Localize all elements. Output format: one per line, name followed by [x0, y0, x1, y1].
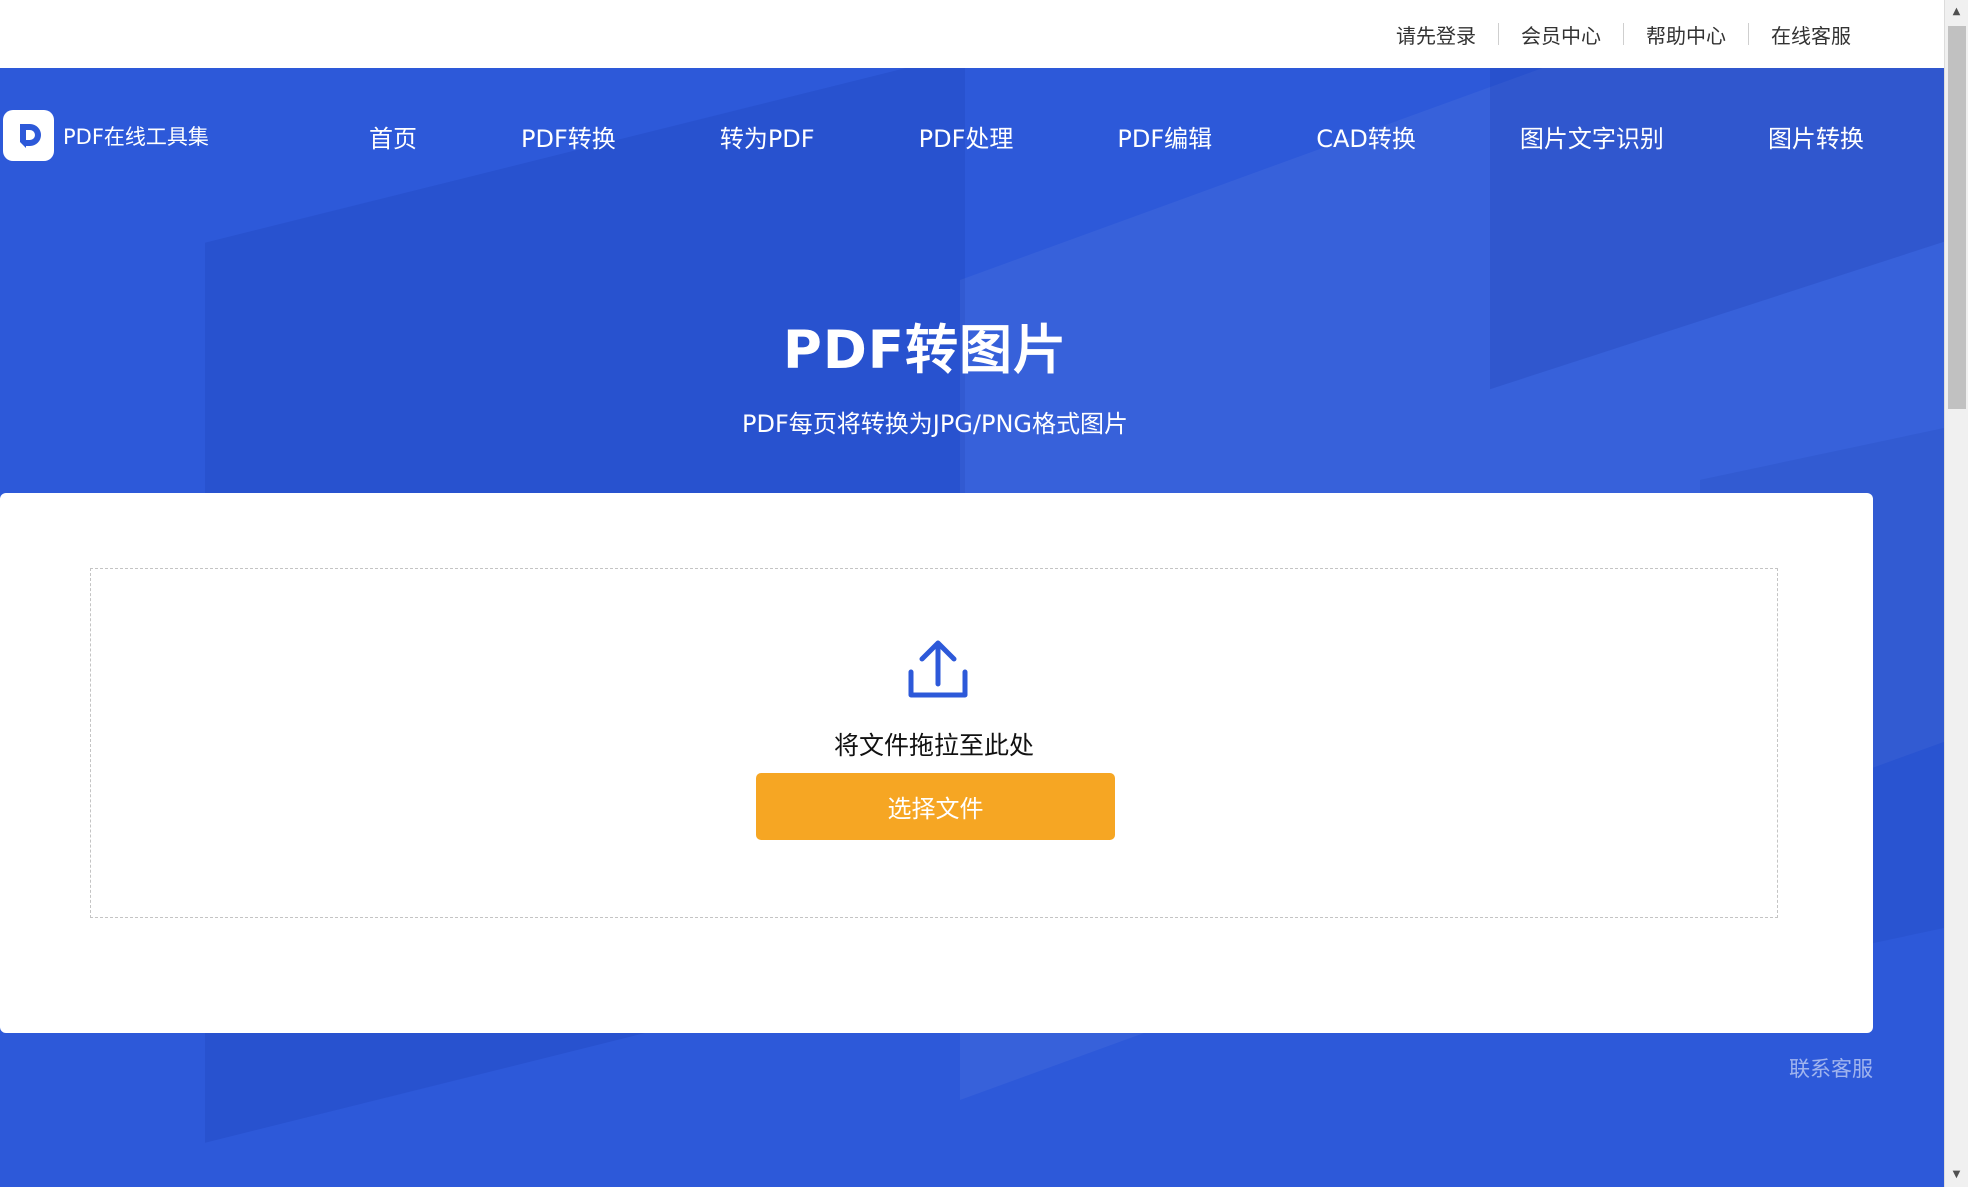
page-subtitle: PDF每页将转换为JPG/PNG格式图片 — [741, 410, 1128, 438]
nav-item-to-pdf[interactable]: 转为PDF — [711, 119, 824, 154]
page-title: PDF转图片 — [782, 320, 1068, 381]
file-dropzone[interactable]: 将文件拖拉至此处 选择文件 — [90, 568, 1778, 918]
top-links: 请先登录 会员中心 帮助中心 在线客服 — [1374, 0, 1873, 68]
choose-file-button[interactable]: 选择文件 — [756, 773, 1115, 840]
nav-item-pdf-edit[interactable]: PDF编辑 — [1108, 119, 1221, 154]
nav-item-image-convert[interactable]: 图片转换 — [1759, 119, 1873, 154]
help-center-link[interactable]: 帮助中心 — [1624, 20, 1748, 49]
vertical-scrollbar[interactable]: ▲ ▼ — [1944, 0, 1968, 1187]
upload-icon — [905, 638, 971, 702]
hero-section: PDF在线工具集 首页 PDF转换 转为PDF PDF处理 PDF编辑 CAD转… — [0, 68, 1944, 1187]
main-nav: 首页 PDF转换 转为PDF PDF处理 PDF编辑 CAD转换 图片文字识别 … — [360, 108, 1873, 164]
top-utility-bar: 请先登录 会员中心 帮助中心 在线客服 — [0, 0, 1944, 68]
page: 请先登录 会员中心 帮助中心 在线客服 PDF在线工具集 首页 PDF转换 转为… — [0, 0, 1968, 1187]
nav-item-ocr[interactable]: 图片文字识别 — [1511, 119, 1673, 154]
member-center-link[interactable]: 会员中心 — [1499, 20, 1623, 49]
nav-item-pdf-process[interactable]: PDF处理 — [910, 119, 1023, 154]
nav-item-cad-convert[interactable]: CAD转换 — [1307, 119, 1425, 154]
scroll-thumb[interactable] — [1948, 26, 1966, 409]
online-service-link[interactable]: 在线客服 — [1749, 20, 1873, 49]
nav-item-home[interactable]: 首页 — [360, 119, 426, 154]
contact-service-link[interactable]: 联系客服 — [1789, 1053, 1873, 1083]
login-link[interactable]: 请先登录 — [1374, 20, 1498, 49]
pdf-logo-icon — [3, 110, 54, 161]
brand-name: PDF在线工具集 — [63, 124, 209, 149]
upload-card: 将文件拖拉至此处 选择文件 — [0, 493, 1873, 1033]
brand-logo[interactable]: PDF在线工具集 — [3, 110, 209, 161]
nav-item-pdf-convert[interactable]: PDF转换 — [512, 119, 625, 154]
scroll-down-icon[interactable]: ▼ — [1945, 1165, 1968, 1185]
dropzone-label: 将文件拖拉至此处 — [833, 731, 1034, 760]
scroll-up-icon[interactable]: ▲ — [1945, 2, 1968, 22]
